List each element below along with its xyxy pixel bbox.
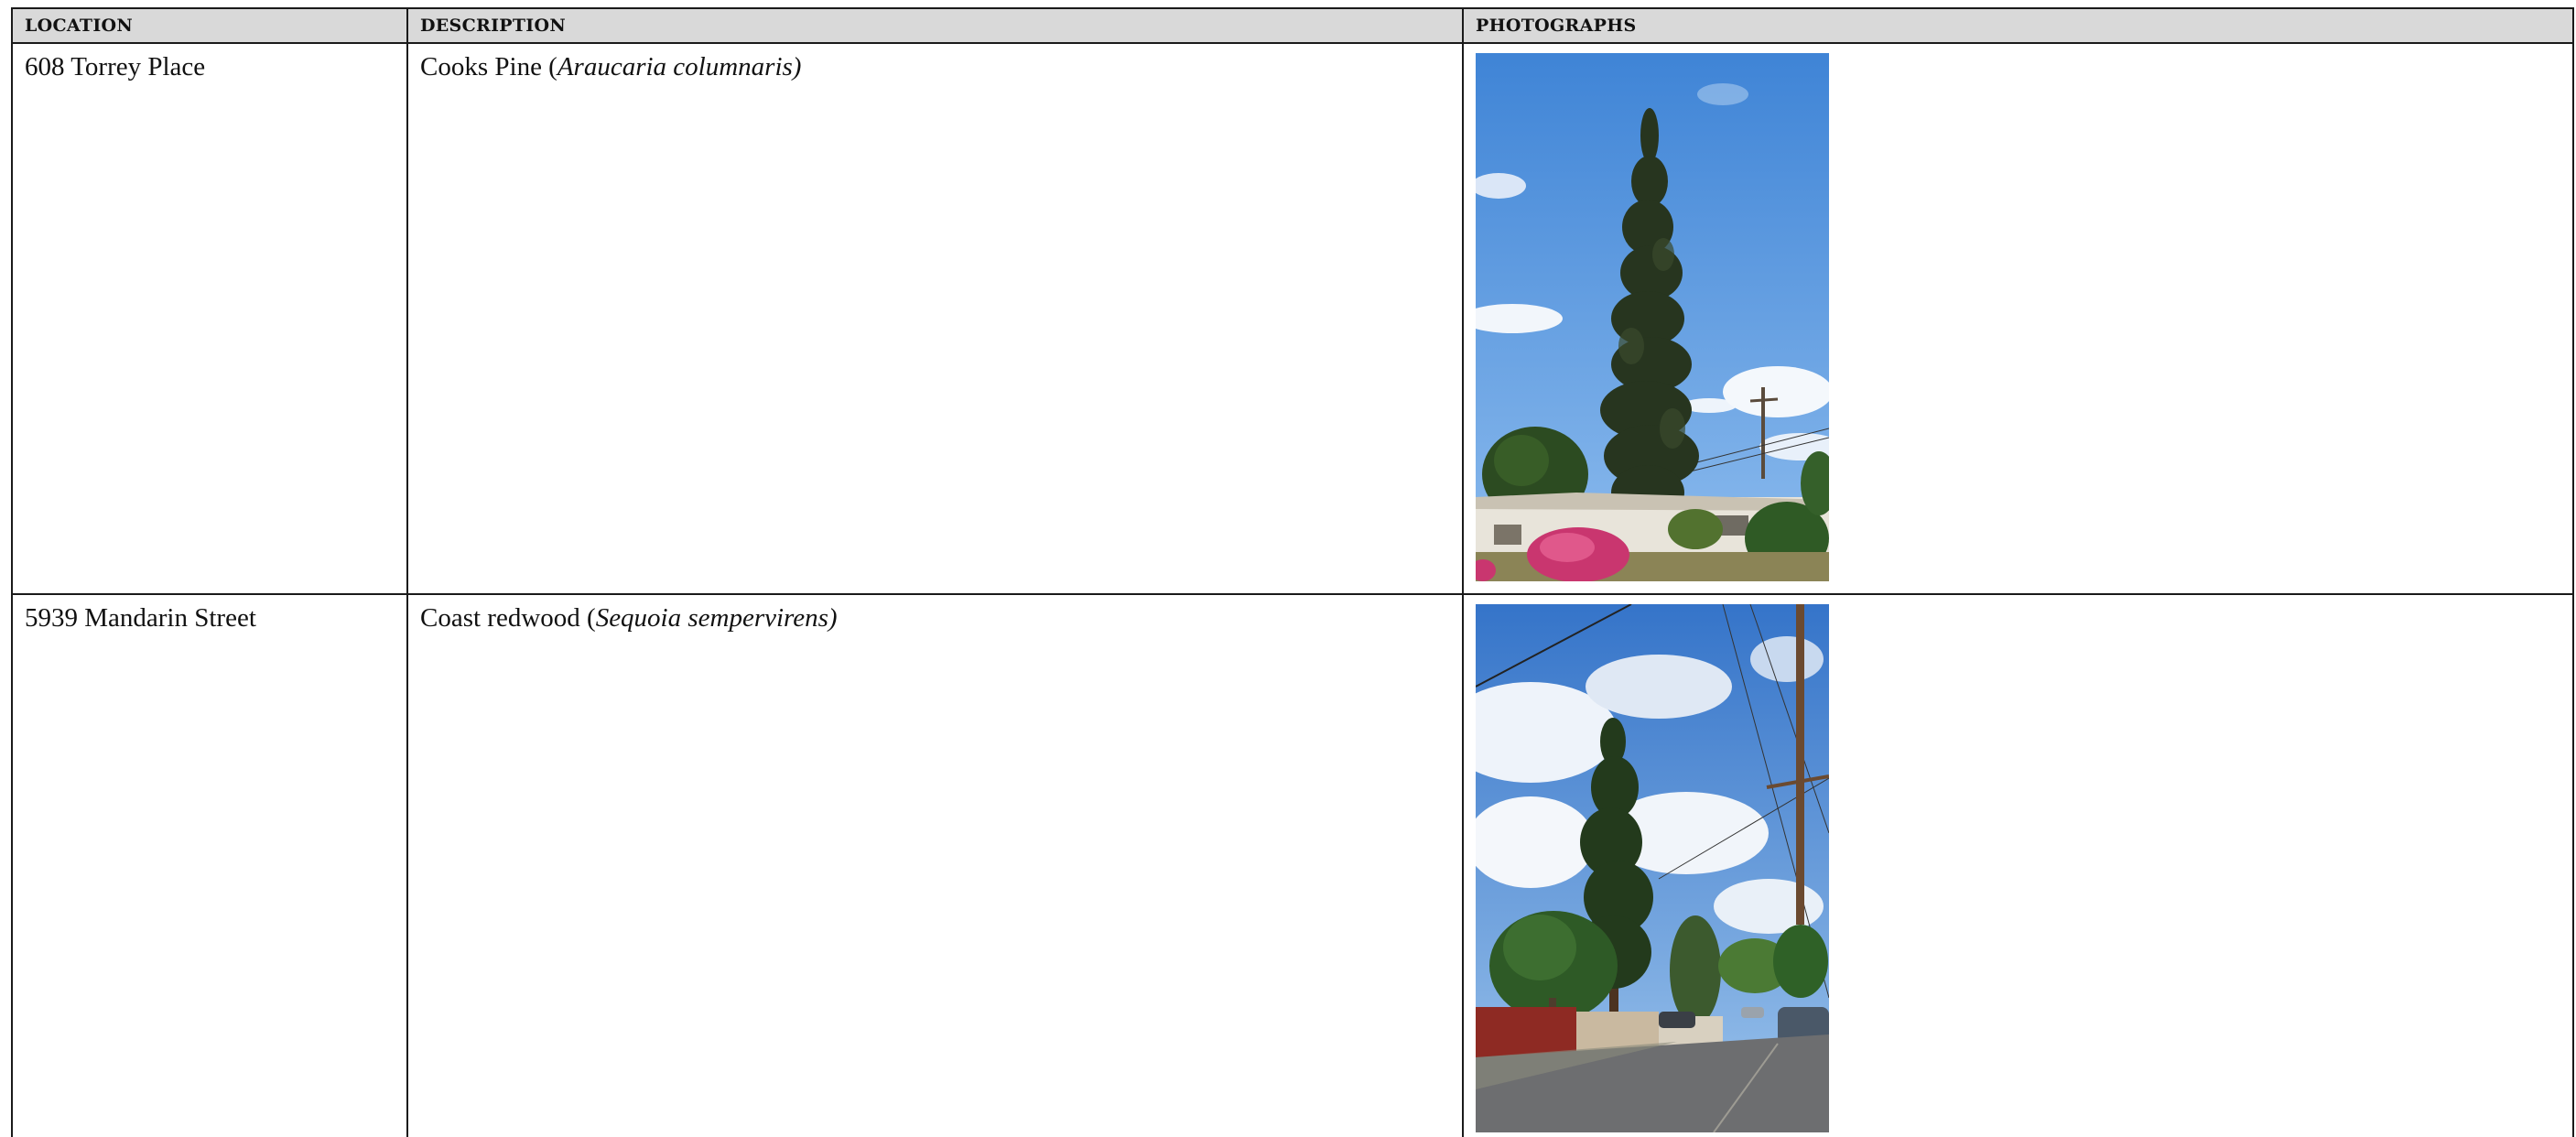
scientific-name: Sequoia sempervirens) bbox=[595, 603, 838, 633]
photograph-cell bbox=[1462, 42, 2574, 595]
table-row: 608 Torrey Place Cooks Pine (Araucaria c… bbox=[11, 42, 2574, 595]
cooks-pine-photo bbox=[1476, 53, 1829, 581]
description-cell: Coast redwood (Sequoia sempervirens) bbox=[406, 593, 1464, 1137]
scientific-name: Araucaria columnaris) bbox=[557, 52, 802, 81]
location-cell: 608 Torrey Place bbox=[11, 42, 408, 595]
location-cell: 5939 Mandarin Street bbox=[11, 593, 408, 1137]
table-row: 5939 Mandarin Street Coast redwood (Sequ… bbox=[11, 593, 2574, 1137]
table-header-row: LOCATION DESCRIPTION PHOTOGRAPHS bbox=[11, 7, 2574, 44]
photograph-cell bbox=[1462, 593, 2574, 1137]
common-name: Coast redwood ( bbox=[420, 603, 596, 633]
header-photographs: PHOTOGRAPHS bbox=[1462, 7, 2574, 44]
description-cell: Cooks Pine (Araucaria columnaris) bbox=[406, 42, 1464, 595]
coast-redwood-photo bbox=[1476, 604, 1829, 1132]
header-location: LOCATION bbox=[11, 7, 408, 44]
header-description: DESCRIPTION bbox=[406, 7, 1464, 44]
tree-register-table: LOCATION DESCRIPTION PHOTOGRAPHS 608 Tor… bbox=[11, 7, 2574, 1137]
document-page: LOCATION DESCRIPTION PHOTOGRAPHS 608 Tor… bbox=[11, 7, 2574, 1137]
common-name: Cooks Pine ( bbox=[420, 52, 557, 81]
